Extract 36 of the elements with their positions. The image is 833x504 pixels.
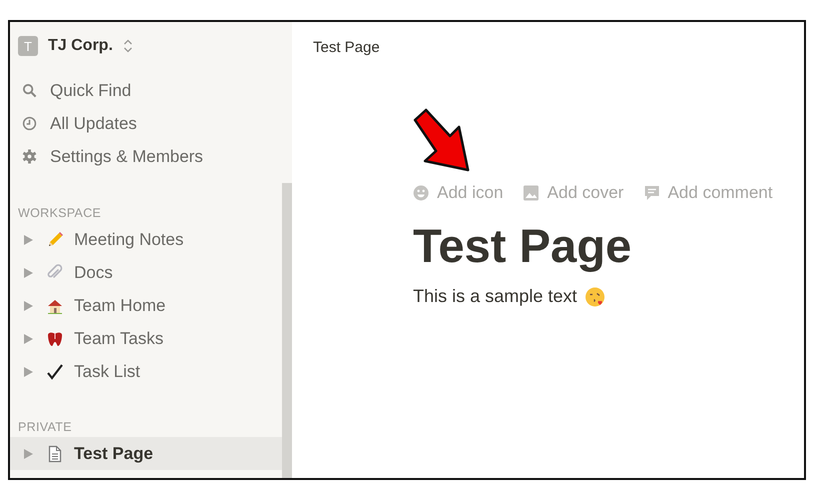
sidebar-item[interactable]: Meeting Notes [10, 223, 282, 256]
chevron-updown-icon[interactable] [122, 39, 133, 53]
sidebar-item[interactable]: Test Page [10, 437, 282, 470]
expand-triangle-icon[interactable] [24, 366, 33, 376]
sidebar-item[interactable]: Team Home [10, 289, 282, 322]
sidebar-item[interactable]: Team Tasks [10, 322, 282, 355]
search-icon [22, 83, 37, 98]
clock-icon [22, 116, 37, 131]
sidebar-item[interactable]: Task List [10, 355, 282, 388]
page-icon [46, 444, 64, 462]
settings-icon [22, 149, 37, 164]
checkmark-icon [46, 362, 64, 380]
scrollbar[interactable] [282, 183, 292, 478]
section-heading: WORKSPACE [17, 205, 102, 222]
expand-triangle-icon[interactable] [24, 334, 33, 344]
page-title[interactable]: Test Page [413, 218, 804, 274]
expand-triangle-icon[interactable] [24, 300, 33, 310]
nav-item[interactable]: All Updates [50, 114, 137, 134]
section-heading: PRIVATE [17, 419, 73, 436]
nav-item[interactable]: Quick Find [50, 80, 132, 100]
organ-icon [46, 330, 64, 348]
workspace-name[interactable]: TJ Corp. [48, 37, 113, 55]
nav-item[interactable]: Settings & Members [50, 146, 204, 166]
comment-icon [644, 185, 660, 201]
image-icon [523, 185, 540, 201]
sidebar-item[interactable]: Docs [10, 256, 282, 289]
expand-triangle-icon[interactable] [24, 268, 33, 278]
expand-triangle-icon[interactable] [24, 448, 33, 458]
breadcrumb[interactable]: Test Page [313, 39, 380, 56]
workspace-badge: T [18, 36, 38, 56]
expand-triangle-icon[interactable] [24, 234, 33, 244]
pencil-icon [46, 230, 64, 248]
emoji-icon [585, 286, 606, 306]
annotation-arrow [412, 108, 472, 174]
smiley-icon [413, 185, 429, 201]
body-text[interactable]: This is a sample text [413, 286, 578, 307]
